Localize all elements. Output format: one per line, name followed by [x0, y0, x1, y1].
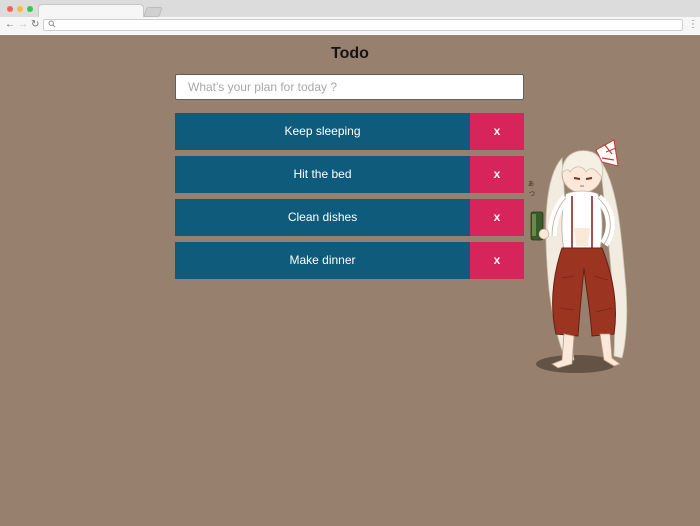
- todo-item: Clean dishes x: [175, 199, 524, 236]
- todo-text[interactable]: Hit the bed: [175, 156, 470, 193]
- close-window-icon[interactable]: [7, 6, 13, 12]
- todo-item: Hit the bed x: [175, 156, 524, 193]
- maximize-window-icon[interactable]: [27, 6, 33, 12]
- reload-icon[interactable]: ↻: [31, 18, 39, 32]
- todo-item: Make dinner x: [175, 242, 524, 279]
- address-bar[interactable]: [43, 19, 683, 31]
- forward-arrow-icon[interactable]: →: [18, 18, 28, 32]
- todo-page: Todo Keep sleeping x Hit the bed x Clean…: [0, 35, 700, 526]
- new-tab-button[interactable]: [143, 7, 163, 17]
- page-title: Todo: [331, 45, 369, 62]
- browser-tab-active[interactable]: [38, 4, 144, 18]
- svg-text:つ: つ: [529, 191, 535, 198]
- svg-text:あ: あ: [528, 181, 534, 188]
- todo-list: Keep sleeping x Hit the bed x Clean dish…: [175, 113, 524, 285]
- todo-text[interactable]: Keep sleeping: [175, 113, 470, 150]
- delete-todo-button[interactable]: x: [470, 199, 524, 236]
- browser-menu-icon[interactable]: ⋮: [688, 18, 698, 32]
- search-icon: [48, 20, 56, 31]
- new-todo-input[interactable]: [175, 74, 524, 100]
- delete-todo-button[interactable]: x: [470, 113, 524, 150]
- browser-window-chrome: ← → ↻ ⋮: [0, 0, 700, 34]
- minimize-window-icon[interactable]: [17, 6, 23, 12]
- delete-todo-button[interactable]: x: [470, 242, 524, 279]
- todo-text[interactable]: Make dinner: [175, 242, 470, 279]
- todo-text[interactable]: Clean dishes: [175, 199, 470, 236]
- delete-todo-button[interactable]: x: [470, 156, 524, 193]
- todo-item: Keep sleeping x: [175, 113, 524, 150]
- anime-character-illustration: あ つ: [528, 139, 628, 373]
- tab-strip: [0, 0, 700, 18]
- back-arrow-icon[interactable]: ←: [5, 18, 15, 32]
